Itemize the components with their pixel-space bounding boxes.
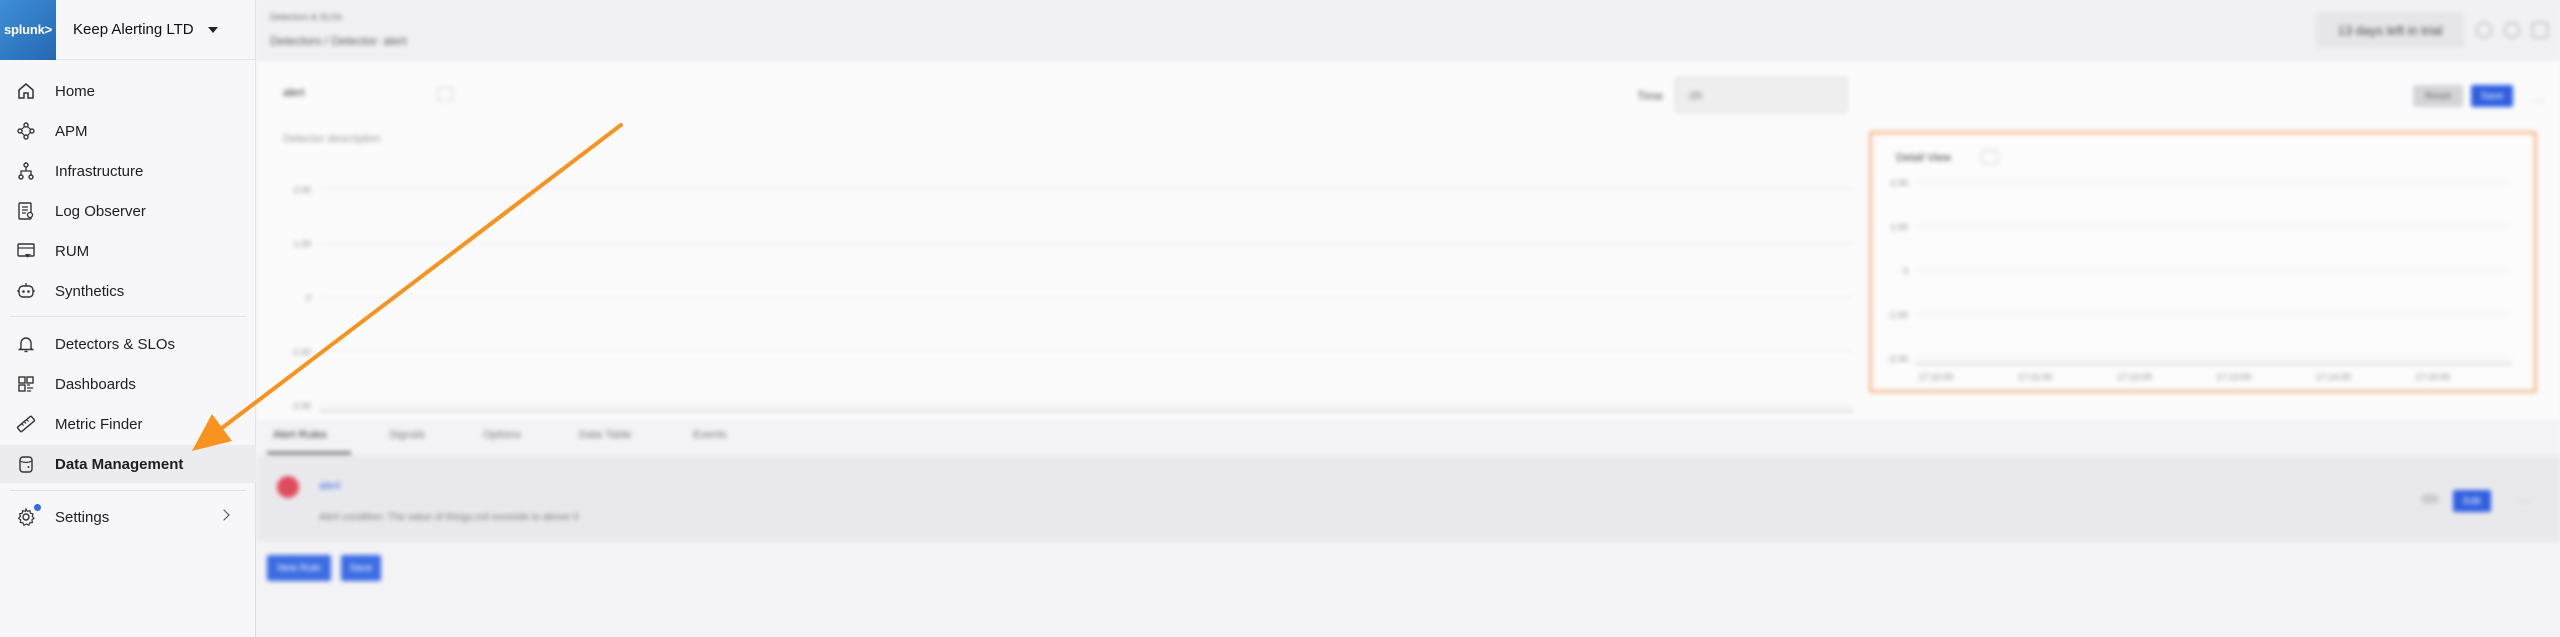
sidebar-item-label: Infrastructure [55,162,144,180]
sidebar-item-data-management[interactable]: Data Management [0,445,256,483]
rum-icon [15,240,37,262]
more-icon[interactable]: ··· [2533,93,2545,107]
rule-name-link[interactable]: alert [319,480,340,492]
top-bar: Detectors & SLOs Detectors / Detector: a… [257,0,2560,60]
sidebar-item-label: RUM [55,242,90,260]
tab-alert-rules[interactable]: Alert Rules [273,429,327,441]
y-tick-label: -2.00 [1887,354,1908,364]
detector-name[interactable]: alert [283,87,304,99]
save-rules-button[interactable]: Save [341,555,381,581]
sidebar-item-synthetics[interactable]: Synthetics [0,272,256,310]
sidebar-item-label: Settings [55,508,110,526]
nav-divider [10,316,246,317]
sidebar-item-label: Home [55,82,96,100]
y-tick-label: -2.00 [290,401,311,411]
x-tick-label: 17:15:00 [2415,372,2450,382]
signal-chart[interactable]: 2.001.000-1.00-2.0016:1516:2016:2516:301… [283,179,1863,429]
splunk-logo: splunk> [0,0,56,60]
rule-more-icon[interactable]: ··· [2519,494,2531,508]
org-name: Keep Alerting LTD [73,21,194,38]
new-rule-button[interactable]: New Rule [267,555,331,581]
tab-events[interactable]: Events [693,429,727,441]
sidebar-item-metric-finder[interactable]: Metric Finder [0,405,256,443]
sidebar-item-log-observer[interactable]: Log Observer [0,192,256,230]
detector-tabs: Alert Rules Signals Options Data Table E… [257,420,2560,456]
sidebar-item-dashboards[interactable]: Dashboards [0,365,256,403]
time-range-input[interactable]: -1h [1675,77,1847,113]
breadcrumb[interactable]: Detectors / Detector: alert [270,34,407,48]
bell-icon [15,333,37,355]
y-tick-label: 1.00 [293,239,311,249]
x-tick-label: 17:13:00 [2216,372,2251,382]
synthetics-icon [15,280,37,302]
y-tick-label: 2.00 [293,185,311,195]
edit-name-icon[interactable] [437,87,453,101]
x-tick-label: 17:11:00 [2018,372,2052,382]
caret-down-icon[interactable] [207,26,218,33]
y-tick-label: 2.00 [1890,178,1908,188]
notification-dot [34,504,41,511]
active-tab-indicator [267,452,351,454]
breadcrumb-parent[interactable]: Detectors & SLOs [270,12,342,22]
y-tick-label: 0 [1903,266,1908,276]
rule-toggle[interactable] [2421,494,2439,504]
sidebar-item-infrastructure[interactable]: Infrastructure [0,152,256,190]
sidebar-item-label: APM [55,122,88,140]
profile-icon[interactable] [2532,22,2548,38]
sidebar-item-home[interactable]: Home [0,72,256,110]
detail-chart[interactable]: 2.00 1.00 0 -1.00 -2.00 17:10:00 17:11:00 17:12… [1882,172,2522,382]
detail-view-panel: Detail View 2.00 1.00 0 -1.00 -2.00 17:10:00 1… [1869,131,2537,393]
detail-view-title: Detail View [1896,152,1951,164]
sidebar-item-label: Dashboards [55,375,136,393]
apm-icon [15,120,37,142]
sidebar-item-label: Synthetics [55,282,125,300]
severity-critical-icon [277,476,299,498]
detector-description[interactable]: Detector description [283,133,381,145]
sidebar-item-apm[interactable]: APM [0,112,256,150]
home-icon [15,80,37,102]
edit-rule-button[interactable]: Edit [2453,490,2491,512]
log-observer-icon [15,200,37,222]
trial-badge[interactable]: 13 days left in trial [2316,12,2464,48]
y-tick-label: 0 [306,293,311,303]
search-icon[interactable] [2476,22,2492,38]
sidebar-item-label: Data Management [55,455,184,473]
add-icon[interactable] [2504,22,2520,38]
sidebar-item-label: Metric Finder [55,415,143,433]
tab-options[interactable]: Options [483,429,521,441]
detector-page: Detectors & SLOs Detectors / Detector: a… [257,0,2560,637]
sidebar-item-detectors-slos[interactable]: Detectors & SLOs [0,325,256,363]
x-tick-label: 17:14:00 [2316,372,2351,382]
ruler-icon [15,413,37,435]
detector-panel: alert Detector description Time -1h Rese… [257,61,2560,450]
dashboards-icon [15,373,37,395]
reset-button[interactable]: Reset [2413,85,2463,107]
app-window: splunk> Keep Alerting LTD Home APM Infra… [0,0,2560,637]
save-button[interactable]: Save [2471,85,2513,107]
sidebar: splunk> Keep Alerting LTD Home APM Infra… [0,0,256,637]
org-switcher[interactable]: splunk> Keep Alerting LTD [0,0,256,60]
nav-divider [10,490,246,491]
y-tick-label: 1.00 [1890,222,1908,232]
x-tick-label: 17:10:00 [1918,372,1953,382]
alert-rule-row: alert Alert condition: The value of thin… [257,456,2560,540]
database-icon [15,453,37,475]
rule-condition: Alert condition: The value of things.md … [319,512,579,523]
sidebar-item-label: Detectors & SLOs [55,335,176,353]
chevron-right-icon [218,509,230,521]
infrastructure-icon [15,160,37,182]
sidebar-item-rum[interactable]: RUM [0,232,256,270]
x-tick-label: 17:12:00 [2117,372,2152,382]
sidebar-item-label: Log Observer [55,202,146,220]
time-label: Time [1637,89,1664,103]
tab-signals[interactable]: Signals [389,429,425,441]
detail-view-info-icon[interactable] [1982,150,1998,164]
tab-data-table[interactable]: Data Table [579,429,631,441]
y-tick-label: -1.00 [1887,310,1908,320]
y-tick-label: -1.00 [290,347,311,357]
